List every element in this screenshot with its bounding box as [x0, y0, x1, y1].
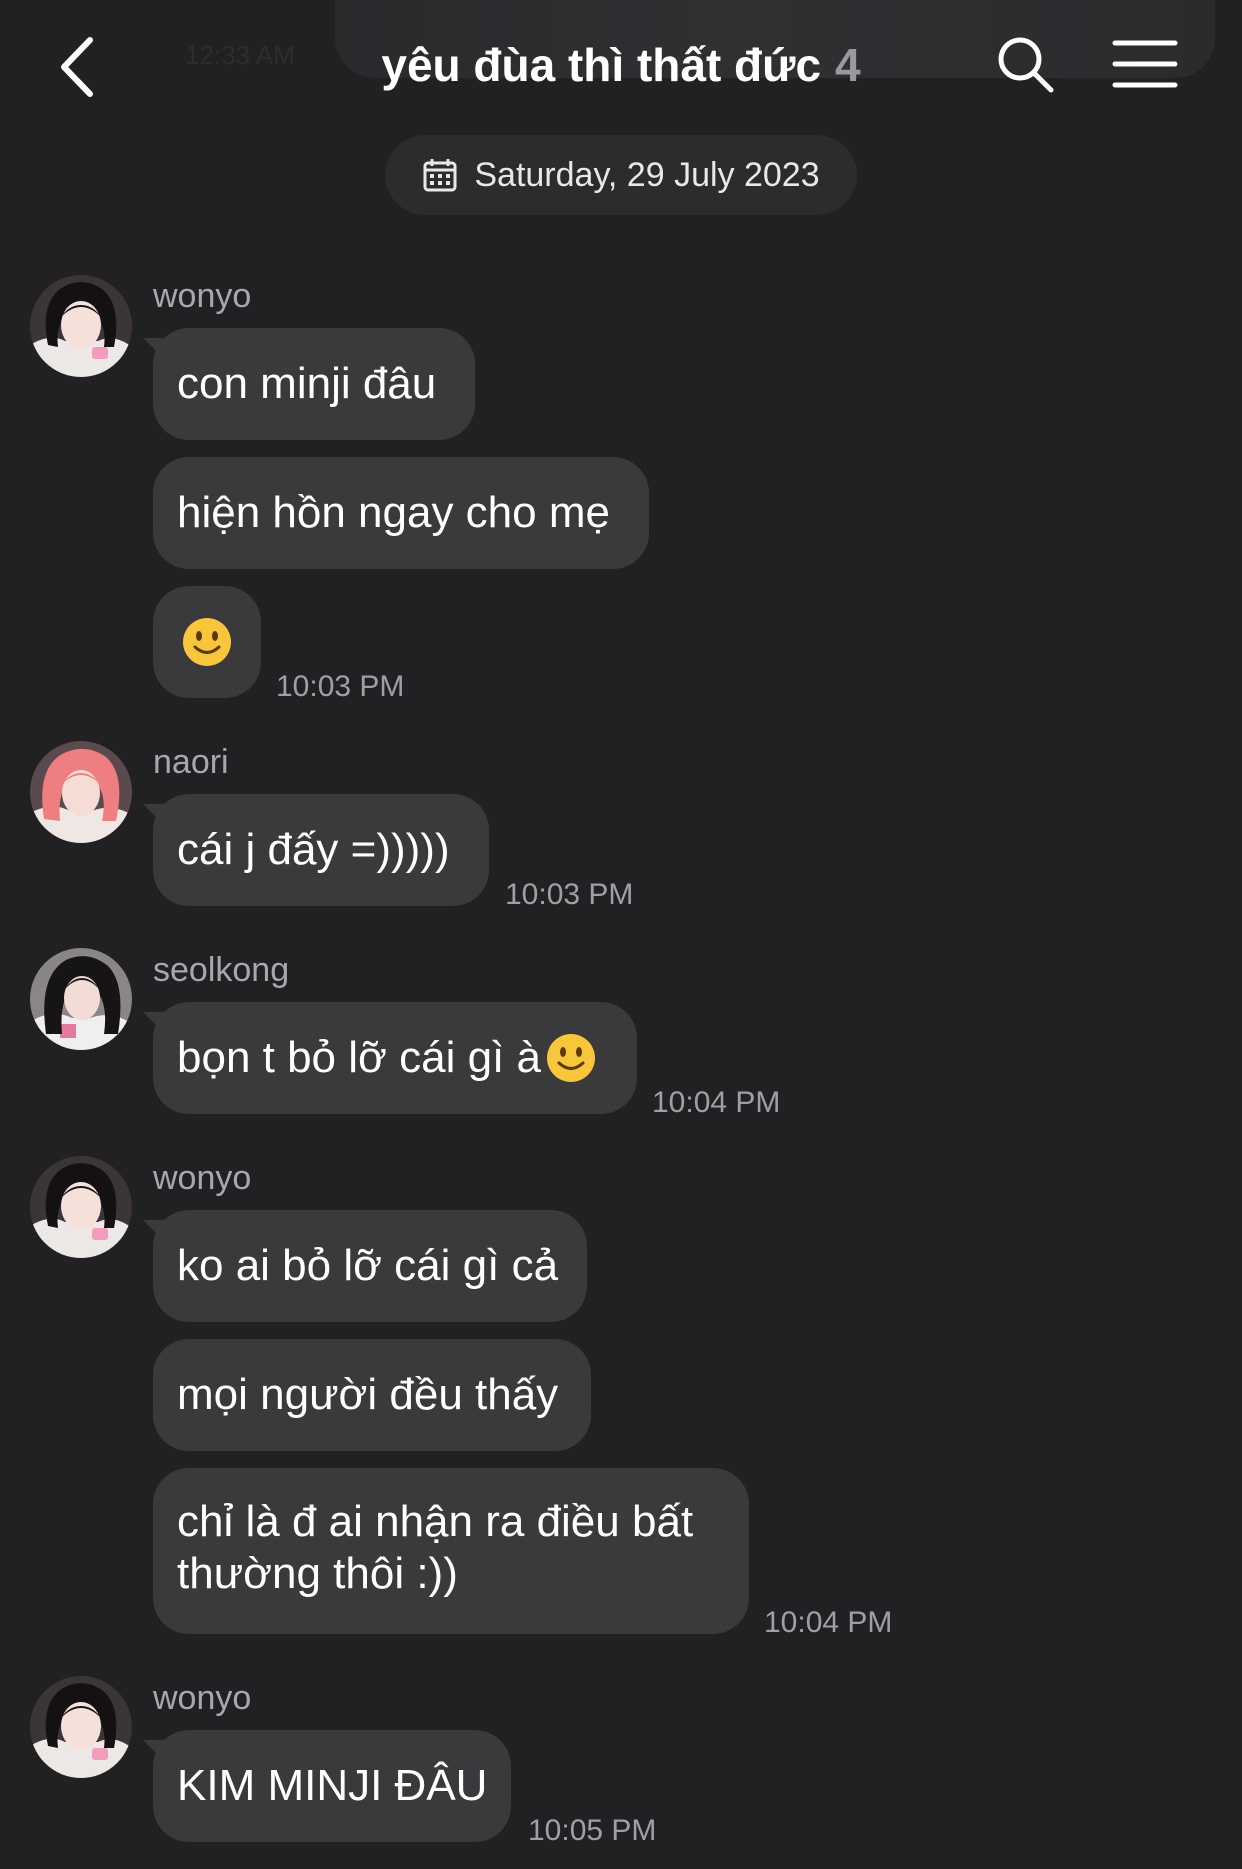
- date-separator: Saturday, 29 July 2023: [385, 135, 857, 215]
- message-bubble[interactable]: mọi người đều thấy: [153, 1339, 591, 1451]
- search-button[interactable]: [995, 34, 1055, 94]
- message-timestamp: 10:04 PM: [764, 1606, 893, 1639]
- slightly-smiling-face-emoji: [183, 618, 231, 666]
- calendar-icon: [423, 159, 457, 192]
- message-text: hiện hồn ngay cho mẹ: [177, 488, 610, 537]
- date-label: Saturday, 29 July 2023: [474, 155, 820, 194]
- sender-name: seolkong: [153, 951, 290, 989]
- message-bubble[interactable]: cái j đấy =))))): [153, 794, 489, 906]
- avatar-wonyo[interactable]: [30, 1676, 132, 1778]
- group-name: yêu đùa thì thất đức: [381, 39, 822, 91]
- message-text: con minji đâu: [177, 359, 437, 408]
- chat-header: 12:33 AM yêu đùa thì thất đức 4: [0, 0, 1242, 120]
- message-text: mọi người đều thấy: [177, 1370, 559, 1419]
- member-count: 4: [835, 39, 861, 91]
- message-bubble[interactable]: KIM MINJI ĐÂU: [153, 1730, 511, 1842]
- chat-title[interactable]: yêu đùa thì thất đức 4: [300, 38, 942, 92]
- emoji-message-bubble[interactable]: [153, 586, 261, 698]
- message-timestamp: 10:03 PM: [505, 878, 634, 911]
- message-text: ko ai bỏ lỡ cái gì cả: [177, 1241, 559, 1290]
- hamburger-menu-icon: [1112, 40, 1178, 88]
- sender-name: wonyo: [153, 1159, 252, 1197]
- sender-name: wonyo: [153, 277, 252, 315]
- message-text: bọn t bỏ lỡ cái gì à: [177, 1033, 541, 1082]
- search-icon: [998, 37, 1054, 93]
- chevron-left-icon: [61, 37, 93, 97]
- menu-button[interactable]: [1112, 38, 1178, 90]
- back-button[interactable]: [54, 34, 104, 100]
- sender-name: naori: [153, 743, 229, 781]
- message-bubble[interactable]: con minji đâu: [153, 328, 475, 440]
- avatar-wonyo[interactable]: [30, 1156, 132, 1258]
- avatar-seolkong[interactable]: [30, 948, 132, 1050]
- faded-timestamp: 12:33 AM: [185, 40, 295, 70]
- avatar-naori[interactable]: [30, 741, 132, 843]
- slightly-smiling-face-emoji: [546, 1034, 595, 1082]
- message-text: cái j đấy =))))): [177, 825, 450, 874]
- message-text: KIM MINJI ĐÂU: [177, 1761, 488, 1810]
- sender-name: wonyo: [153, 1679, 252, 1717]
- message-bubble[interactable]: hiện hồn ngay cho mẹ: [153, 457, 649, 569]
- message-timestamp: 10:04 PM: [652, 1086, 781, 1119]
- message-text: chỉ là đ ai nhận ra điều bất thường thôi…: [177, 1497, 694, 1598]
- message-timestamp: 10:05 PM: [528, 1814, 657, 1847]
- message-bubble[interactable]: chỉ là đ ai nhận ra điều bất thường thôi…: [153, 1468, 749, 1634]
- message-bubble[interactable]: bọn t bỏ lỡ cái gì à: [153, 1002, 637, 1114]
- avatar-wonyo[interactable]: [30, 275, 132, 377]
- message-bubble[interactable]: ko ai bỏ lỡ cái gì cả: [153, 1210, 587, 1322]
- message-timestamp: 10:03 PM: [276, 670, 405, 703]
